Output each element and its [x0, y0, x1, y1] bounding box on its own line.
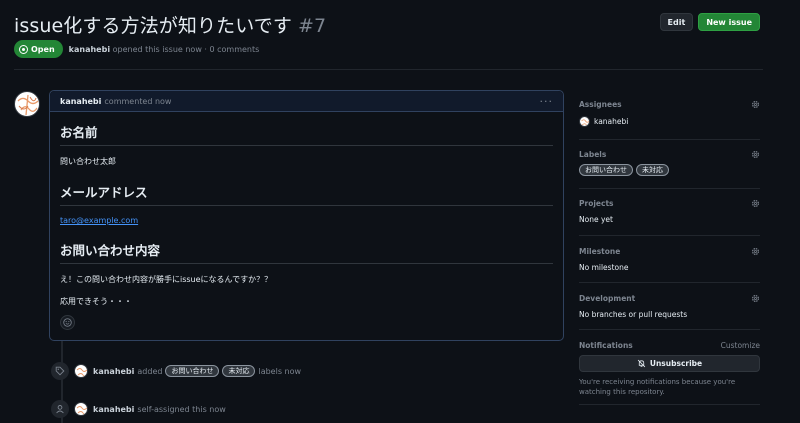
event-verb: added: [137, 366, 163, 376]
label-pill[interactable]: 未対応: [636, 164, 669, 176]
comment-timestamp[interactable]: commented now: [104, 97, 171, 106]
avatar-pattern-icon: [76, 368, 87, 377]
bell-slash-icon: [637, 359, 646, 368]
issue-title: issue化する方法が知りたいです #7: [14, 11, 326, 38]
avatar[interactable]: [14, 91, 40, 117]
label-pill[interactable]: お問い合わせ: [165, 365, 220, 377]
state-label: Open: [31, 44, 55, 54]
avatar[interactable]: [74, 364, 88, 378]
content-line-1: え！この問い合わせ内容が勝手にissueになるんですか？？: [60, 275, 273, 284]
edit-button[interactable]: Edit: [659, 13, 694, 31]
label-pill[interactable]: お問い合わせ: [579, 164, 633, 176]
timeline-event-assigned: kanahebi self-assigned this now: [51, 400, 226, 418]
name-value: 問い合わせ太郎: [60, 157, 116, 166]
timeline-badge: [51, 362, 69, 380]
kebab-menu-icon[interactable]: ···: [540, 95, 554, 108]
label-pill[interactable]: 未対応: [222, 365, 256, 377]
avatar-pattern-icon: [581, 119, 589, 126]
content-line-2: 応用できそう・・・: [60, 297, 132, 306]
smiley-icon: [63, 318, 72, 327]
new-issue-button[interactable]: New issue: [698, 13, 760, 31]
sidebar-projects: Projects None yet: [579, 189, 760, 236]
heading-name: お名前: [60, 122, 553, 146]
event-actor-link[interactable]: kanahebi: [93, 367, 134, 376]
heading-email: メールアドレス: [60, 182, 553, 206]
sidebar-labels: Labels お問い合わせ 未対応: [579, 140, 760, 189]
sidebar-milestone: Milestone No milestone: [579, 236, 760, 283]
event-actor-link[interactable]: kanahebi: [93, 405, 134, 414]
issue-title-text: issue化する方法が知りたいです: [14, 14, 292, 37]
issue-author-link[interactable]: kanahebi: [69, 45, 110, 54]
issue-comment: kanahebi commented now ··· お名前 問い合わせ太郎 メ…: [49, 90, 564, 341]
issue-meta: Open kanahebi opened this issue now · 0 …: [14, 40, 259, 58]
tag-icon: [55, 366, 65, 376]
sidebar-assignees-title[interactable]: Assignees: [579, 92, 760, 109]
label-list: お問い合わせ 未対応: [579, 164, 760, 176]
header-divider: [14, 69, 763, 70]
avatar-pattern-icon: [17, 94, 39, 116]
sidebar-notifications: Notifications Customize Unsubscribe You'…: [579, 330, 760, 405]
gear-icon[interactable]: [751, 150, 760, 159]
heading-content: お問い合わせ内容: [60, 240, 553, 264]
gear-icon[interactable]: [751, 294, 760, 303]
sidebar-projects-title[interactable]: Projects: [579, 189, 760, 208]
unsubscribe-label: Unsubscribe: [649, 359, 703, 368]
projects-value: None yet: [579, 215, 613, 224]
avatar-pattern-icon: [76, 406, 87, 415]
avatar[interactable]: [74, 402, 88, 416]
gear-icon[interactable]: [751, 247, 760, 256]
person-icon: [56, 405, 64, 414]
gear-icon[interactable]: [751, 199, 760, 208]
milestone-value: No milestone: [579, 263, 629, 272]
header-actions: Edit New issue: [659, 13, 760, 31]
sidebar-development: Development No branches or pull requests: [579, 283, 760, 330]
sidebar-development-title[interactable]: Development: [579, 283, 760, 303]
issue-opened-icon: [19, 44, 28, 54]
comment-body: お名前 問い合わせ太郎 メールアドレス taro@example.com お問い…: [50, 112, 563, 307]
event-detail: self-assigned this now: [137, 404, 226, 414]
avatar: [579, 116, 590, 127]
issue-sidebar: Assignees kanahebi Labels お問い合わせ 未対応 Pro…: [579, 92, 760, 405]
unsubscribe-button[interactable]: Unsubscribe: [579, 355, 760, 372]
comment-header: kanahebi commented now ···: [50, 91, 563, 112]
issue-number: #7: [297, 14, 327, 37]
email-link[interactable]: taro@example.com: [60, 216, 138, 225]
timeline-event-labeled: kanahebi added お問い合わせ 未対応 labels now: [51, 362, 301, 380]
notification-note: You're receiving notifications because y…: [579, 378, 736, 396]
event-suffix: labels now: [258, 366, 302, 376]
gear-icon[interactable]: [751, 100, 760, 109]
timeline-event-text: kanahebi self-assigned this now: [93, 405, 226, 414]
issue-meta-detail: opened this issue now · 0 comments: [112, 44, 260, 54]
assignee-entry[interactable]: kanahebi: [579, 116, 760, 127]
development-value: No branches or pull requests: [579, 310, 688, 319]
sidebar-milestone-title[interactable]: Milestone: [579, 236, 760, 256]
comment-author-link[interactable]: kanahebi: [60, 97, 101, 106]
issue-page: issue化する方法が知りたいです #7 Edit New issue Open …: [0, 0, 800, 423]
timeline-badge: [51, 400, 69, 418]
issue-title-row: issue化する方法が知りたいです #7: [14, 9, 760, 39]
state-badge: Open: [14, 40, 63, 58]
sidebar-labels-title[interactable]: Labels: [579, 140, 760, 159]
add-reaction-button[interactable]: [60, 315, 75, 330]
issue-meta-text: kanahebi opened this issue now · 0 comme…: [69, 45, 260, 54]
timeline-event-text: kanahebi added お問い合わせ 未対応 labels now: [93, 365, 301, 377]
assignee-name: kanahebi: [594, 117, 629, 126]
sidebar-assignees: Assignees kanahebi: [579, 92, 760, 140]
customize-link[interactable]: Customize: [721, 341, 760, 350]
